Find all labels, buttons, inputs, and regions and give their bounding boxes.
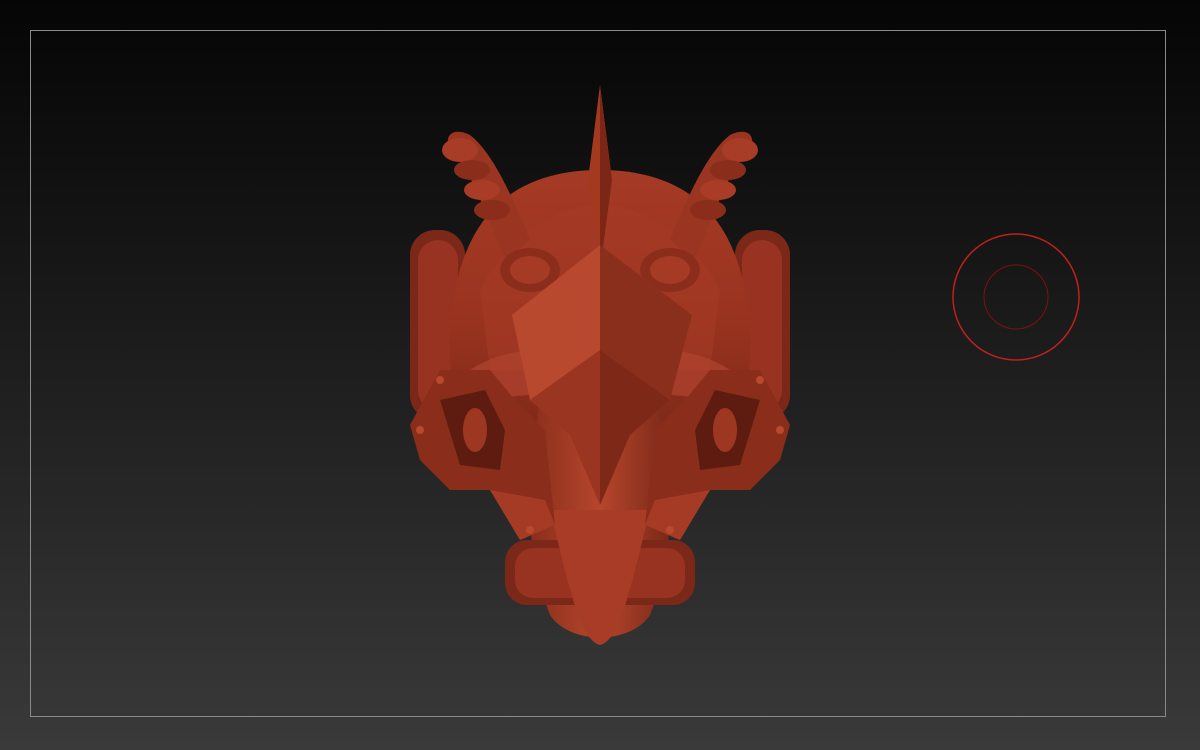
brush-radius-icon [952, 233, 1080, 361]
sculpt-model[interactable] [380, 70, 820, 660]
viewport-canvas[interactable] [0, 0, 1200, 750]
